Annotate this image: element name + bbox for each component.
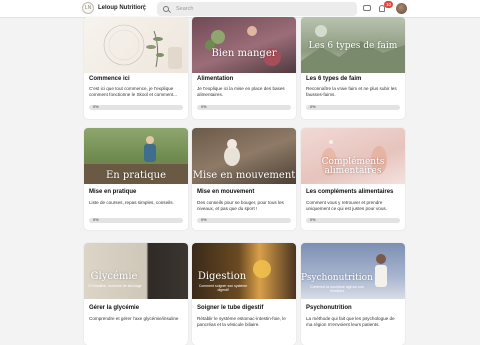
course-card-glycemie[interactable]: Glycémie Et l'insuline, hormone de stock… bbox=[84, 243, 188, 345]
notification-badge: 10 bbox=[384, 1, 393, 8]
course-card-commence-ici[interactable]: Commence ici C'est ici que tout commence… bbox=[84, 17, 188, 119]
course-title: Soigner le tube digestif bbox=[197, 305, 264, 311]
course-title: Les 6 types de faim bbox=[306, 76, 362, 82]
course-description: Reconnaître la vraie faim et ne plus sub… bbox=[306, 86, 397, 97]
course-thumbnail: Mise en mouvement bbox=[192, 128, 296, 184]
search-input[interactable]: Search bbox=[157, 2, 357, 16]
course-card-psychonutrition[interactable]: Psychonutrition Comment la nourriture ag… bbox=[301, 243, 405, 345]
logo-watermark-icon bbox=[103, 24, 182, 69]
course-title: Les compléments alimentaires bbox=[306, 189, 394, 195]
thumbnail-title: Digestion bbox=[197, 271, 247, 282]
course-card-complements[interactable]: Compléments alimentaires Les compléments… bbox=[301, 128, 405, 230]
search-icon bbox=[163, 6, 169, 12]
course-card-types-de-faim[interactable]: Les 6 types de faim Les 6 types de faim … bbox=[301, 17, 405, 119]
brand-logo: LN bbox=[82, 2, 94, 14]
progress-value: 0% bbox=[201, 218, 207, 222]
course-title: Mise en mouvement bbox=[197, 189, 255, 195]
course-description: Rétablir le système estomac-intestin-foi… bbox=[197, 316, 286, 327]
course-card-tube-digestif[interactable]: Digestion Comment soigner son système di… bbox=[192, 243, 296, 345]
course-description: La méthode qui fait que les psychologue … bbox=[306, 316, 395, 327]
course-thumbnail: Compléments alimentaires bbox=[301, 128, 405, 184]
course-card-mise-en-mouvement[interactable]: Mise en mouvement Mise en mouvement Des … bbox=[192, 128, 296, 230]
course-card-alimentation[interactable]: Bien manger Alimentation Je t'explique i… bbox=[192, 17, 296, 119]
thumbnail-subtitle: Comment la nourriture agit sur nos émoti… bbox=[310, 285, 364, 293]
course-thumbnail: Bien manger bbox=[192, 17, 296, 73]
progress-bar: 0% bbox=[306, 105, 400, 110]
top-bar: LN Leloup Nutrition ▴ ▾ Search 10 bbox=[0, 0, 480, 18]
course-thumbnail bbox=[84, 17, 188, 73]
progress-value: 0% bbox=[93, 105, 99, 109]
thumbnail-title: Mise en mouvement bbox=[192, 170, 296, 181]
thumbnail-title: Psychonutrition bbox=[301, 273, 373, 283]
brand-name: Leloup Nutrition bbox=[98, 5, 145, 11]
search-placeholder: Search bbox=[176, 6, 194, 12]
course-thumbnail: Digestion Comment soigner son système di… bbox=[192, 243, 296, 299]
thumbnail-title: Bien manger bbox=[211, 48, 277, 59]
progress-value: 0% bbox=[93, 218, 99, 222]
course-description: Je t'explique ici la mise en place des b… bbox=[197, 86, 285, 97]
progress-bar: 0% bbox=[89, 218, 183, 223]
progress-bar: 0% bbox=[89, 105, 183, 110]
course-thumbnail: Psychonutrition Comment la nourriture ag… bbox=[301, 243, 405, 299]
thumbnail-title: En pratique bbox=[105, 170, 167, 181]
course-title: Gérer la glycémie bbox=[89, 305, 140, 311]
progress-bar: 0% bbox=[197, 105, 291, 110]
thumbnail-subtitle: Et l'insuline, hormone de stockage bbox=[88, 284, 142, 288]
food-image-icon bbox=[205, 26, 281, 66]
brand[interactable]: LN Leloup Nutrition bbox=[82, 2, 144, 14]
course-thumbnail: En pratique bbox=[84, 128, 188, 184]
thumbnail-title: Glycémie bbox=[90, 271, 138, 282]
progress-value: 0% bbox=[310, 105, 316, 109]
progress-value: 0% bbox=[201, 105, 207, 109]
course-description: Liste de courses, repas simples, conseil… bbox=[89, 200, 174, 205]
group-switcher-icon[interactable]: ▴ ▾ bbox=[143, 3, 146, 13]
chat-icon[interactable] bbox=[363, 5, 371, 11]
thumbnail-title: Compléments alimentaires bbox=[321, 157, 385, 176]
course-card-mise-en-pratique[interactable]: En pratique Mise en pratique Liste de co… bbox=[84, 128, 188, 230]
course-thumbnail: Glycémie Et l'insuline, hormone de stock… bbox=[84, 243, 188, 299]
progress-bar: 0% bbox=[197, 218, 291, 223]
course-thumbnail: Les 6 types de faim bbox=[301, 17, 405, 73]
course-title: Commence ici bbox=[89, 76, 130, 82]
course-description: Comprendre et gérer l'axe glycémie/insul… bbox=[89, 316, 179, 321]
thumbnail-title: Les 6 types de faim bbox=[308, 41, 398, 51]
course-description: Comment vous y retrouver et prendre uniq… bbox=[306, 200, 387, 211]
course-title: Alimentation bbox=[197, 76, 234, 82]
thumbnail-subtitle: Comment soigner son système digestif bbox=[198, 284, 248, 292]
course-title: Mise en pratique bbox=[89, 189, 137, 195]
avatar[interactable] bbox=[396, 3, 407, 14]
course-title: Psychonutrition bbox=[306, 305, 352, 311]
progress-bar: 0% bbox=[306, 218, 400, 223]
course-description: Des conseils pour se bouger, pour tous l… bbox=[197, 200, 284, 211]
progress-value: 0% bbox=[310, 218, 316, 222]
course-description: C'est ici que tout commence, je t'expliq… bbox=[89, 86, 178, 97]
